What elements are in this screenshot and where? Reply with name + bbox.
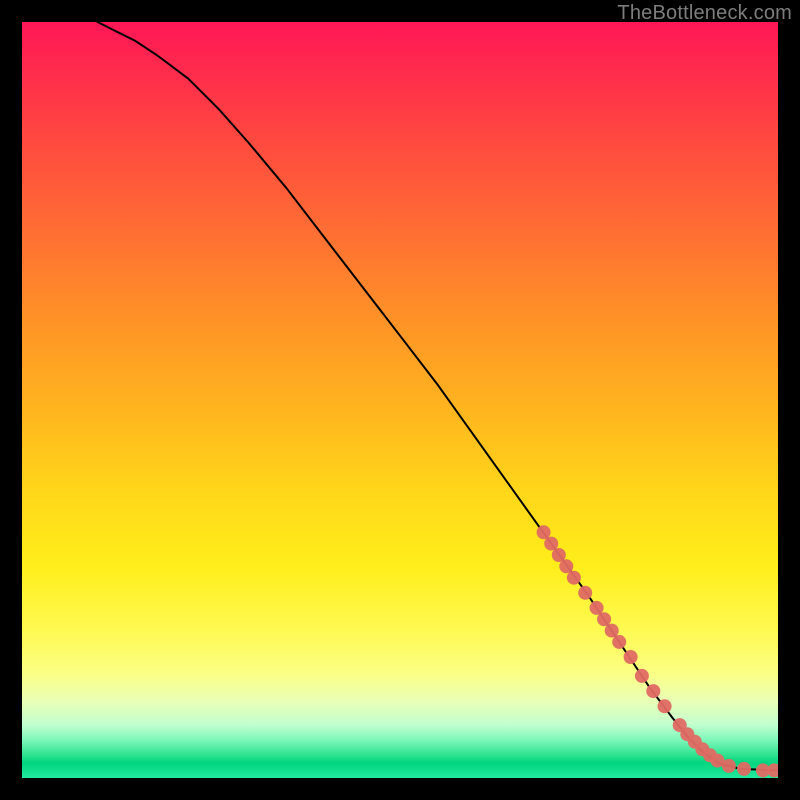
highlight-points: [537, 525, 778, 777]
curve-line: [98, 22, 778, 770]
chart-overlay-svg: [22, 22, 778, 778]
watermark-text: TheBottleneck.com: [617, 2, 792, 25]
plot-area: [22, 22, 778, 778]
chart-stage: TheBottleneck.com: [0, 0, 800, 800]
